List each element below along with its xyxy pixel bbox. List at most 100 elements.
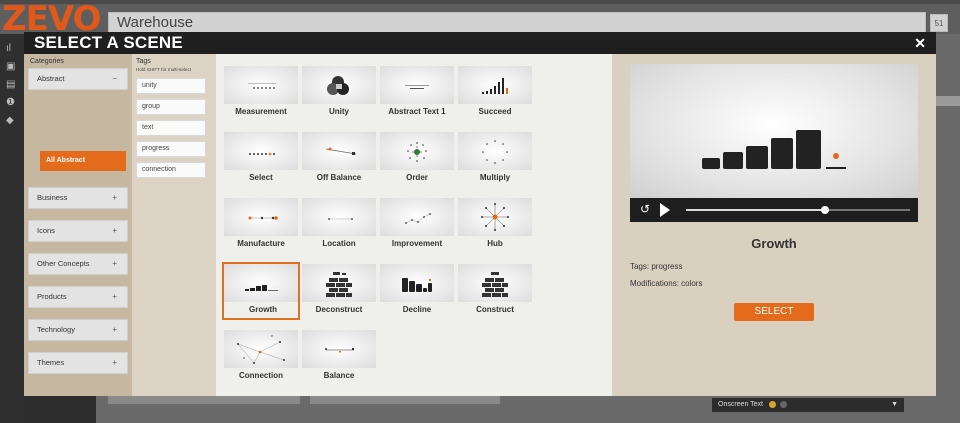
tag-group[interactable]: group [136, 99, 206, 115]
scene-tile-off-balance[interactable]: Off Balance [300, 130, 378, 188]
tag-progress[interactable]: progress [136, 141, 206, 157]
preview-video[interactable] [630, 64, 918, 198]
scene-thumbnail [224, 66, 298, 104]
scene-label: Multiply [479, 173, 511, 182]
replay-icon[interactable]: ↺ [640, 201, 650, 217]
expand-icon: + [112, 259, 117, 268]
scene-label: Decline [402, 305, 432, 314]
preview-modifications: Modifications: colors [630, 279, 703, 288]
select-button[interactable]: SELECT [734, 303, 814, 321]
scene-thumbnail [302, 66, 376, 104]
play-icon[interactable] [660, 203, 670, 217]
scene-tile-location[interactable]: Location [300, 196, 378, 254]
category-label: Technology [37, 325, 75, 334]
category-abstract[interactable]: Abstract − [28, 68, 128, 90]
category-technology[interactable]: Technology + [28, 319, 128, 341]
scene-label: Hub [487, 239, 503, 248]
modal-title: SELECT A SCENE [34, 33, 183, 52]
scene-label: Abstract Text 1 [388, 107, 446, 116]
tags-hint: Hold SHIFT for multi-select [136, 67, 192, 72]
tag-connection[interactable]: connection [136, 162, 206, 178]
scene-label: Growth [249, 305, 277, 314]
scene-thumbnail [302, 264, 376, 302]
preview-scene-name: Growth [751, 236, 797, 251]
top-strip [0, 0, 960, 4]
scene-tile-manufacture[interactable]: Manufacture [222, 196, 300, 254]
image-icon: ▣ [6, 61, 16, 72]
category-label: Icons [37, 226, 55, 235]
category-themes[interactable]: Themes + [28, 352, 128, 374]
scrubber-handle[interactable] [820, 206, 829, 214]
category-other-concepts[interactable]: Other Concepts + [28, 253, 128, 275]
scene-tile-connection[interactable]: Connection [222, 328, 300, 386]
scene-tile-improvement[interactable]: Improvement [378, 196, 456, 254]
expand-icon: + [112, 226, 117, 235]
logo: ZEVO [2, 0, 101, 39]
progress-fill [686, 209, 825, 211]
category-label: Other Concepts [37, 259, 90, 268]
category-business[interactable]: Business + [28, 187, 128, 209]
scene-label: Succeed [478, 107, 512, 116]
subcategory-all-abstract[interactable]: All Abstract [40, 151, 126, 171]
tag-text[interactable]: text [136, 120, 206, 136]
scene-tile-succeed[interactable]: Succeed [456, 64, 534, 122]
scene-thumbnail [302, 198, 376, 236]
preview-tags: Tags: progress [630, 262, 683, 271]
category-label: Abstract [37, 74, 65, 83]
scene-thumbnail [224, 264, 298, 302]
chart-icon: ıl [6, 43, 11, 54]
progress-track[interactable] [686, 206, 910, 214]
close-icon[interactable]: ✕ [914, 34, 926, 52]
scene-tile-abstract-text-1[interactable]: Abstract Text 1 [378, 64, 456, 122]
tag-unity[interactable]: unity [136, 78, 206, 94]
settings-icon: ◆ [6, 115, 14, 126]
scene-label: Construct [476, 305, 514, 314]
scene-tile-multiply[interactable]: Multiply [456, 130, 534, 188]
scene-thumbnail [380, 132, 454, 170]
scene-label: Connection [239, 371, 283, 380]
scene-select-modal: SELECT A SCENE ✕ Categories Abstract − Al… [24, 32, 936, 396]
scene-tile-construct[interactable]: Construct [456, 262, 534, 320]
category-label: Products [37, 292, 67, 301]
growth-preview-graphic [702, 130, 846, 169]
scene-label: Off Balance [316, 173, 362, 182]
scene-label: Order [406, 173, 428, 182]
add-icon[interactable] [768, 400, 776, 408]
categories-panel: Categories Abstract − All Abstract Busine… [24, 54, 132, 396]
scene-tile-order[interactable]: Order [378, 130, 456, 188]
onscreen-text-label: Onscreen Text [718, 401, 764, 408]
chevron-down-icon[interactable]: ▼ [891, 398, 898, 412]
background-card [310, 396, 500, 404]
count-badge: 51 [930, 14, 948, 32]
scene-label: Deconstruct [315, 305, 363, 314]
scene-thumbnail [458, 132, 532, 170]
category-icons[interactable]: Icons + [28, 220, 128, 242]
onscreen-text-panel[interactable]: Onscreen Text ▼ [712, 398, 904, 412]
info-icon[interactable] [779, 400, 787, 408]
scene-label: Location [322, 239, 356, 248]
scene-tile-balance[interactable]: Balance [300, 328, 378, 386]
scene-tile-decline[interactable]: Decline [378, 262, 456, 320]
scene-tile-unity[interactable]: Unity [300, 64, 378, 122]
tags-panel: Tags Hold SHIFT for multi-select unity g… [132, 54, 216, 396]
category-label: Business [37, 193, 68, 202]
scene-label: Improvement [391, 239, 443, 248]
scene-label: Manufacture [237, 239, 285, 248]
scene-label: Unity [329, 107, 349, 116]
background-bottom-left [24, 396, 96, 423]
scene-tile-deconstruct[interactable]: Deconstruct [300, 262, 378, 320]
scene-tile-growth[interactable]: Growth [222, 262, 300, 320]
video-icon: ▤ [6, 79, 16, 90]
preview-panel: ↺ Growth Tags: progress Modifications: c… [612, 54, 936, 396]
scene-tile-hub[interactable]: Hub [456, 196, 534, 254]
scene-tile-measurement[interactable]: Measurement [222, 64, 300, 122]
category-products[interactable]: Products + [28, 286, 128, 308]
scene-thumbnail [458, 198, 532, 236]
scene-thumbnail [380, 264, 454, 302]
expand-icon: + [112, 358, 117, 367]
scene-label: Measurement [235, 107, 287, 116]
scene-grid: Measurement Unity Abstract Text 1 Succeed Se… [216, 54, 612, 396]
categories-label: Categories [30, 58, 64, 65]
scene-tile-select[interactable]: Select [222, 130, 300, 188]
app-root: ıl ▣ ▤ ❶ ◆ ZEVO Warehouse 51 Onscreen Te… [0, 0, 960, 423]
